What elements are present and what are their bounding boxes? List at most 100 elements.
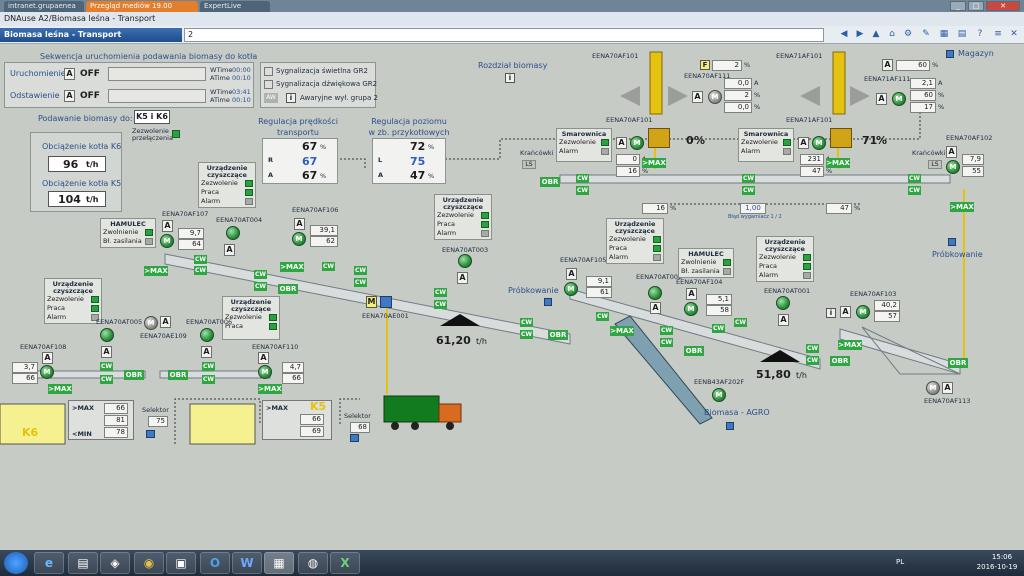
language-indicator[interactable]: PL [896,558,904,566]
bunker-label: K6 [22,426,39,439]
excel-icon[interactable]: X [330,552,360,574]
up-arrow-icon[interactable]: ▲ [870,29,882,41]
motor-icon[interactable] [648,286,662,300]
info-button[interactable]: i [826,308,836,318]
ie-icon[interactable]: e [34,552,64,574]
obr-indicator: OBR [548,330,568,340]
motor-icon[interactable] [776,296,790,310]
mode-a-button[interactable]: A [162,220,173,232]
motor-icon[interactable]: M [812,136,826,150]
motor-icon[interactable] [200,328,214,342]
mode-a-button[interactable]: A [798,137,809,149]
magazyn-icon[interactable] [946,50,954,58]
tools-icon[interactable]: ✎ [920,29,932,41]
back-arrow-icon[interactable]: ◀ [838,29,850,41]
motor-icon[interactable]: M [892,92,906,106]
app-icon[interactable]: ◈ [100,552,130,574]
motor-icon[interactable]: M [946,160,960,174]
biomass-feed-value[interactable]: K5 i K6 [134,110,170,124]
motor-icon[interactable] [100,328,114,342]
selector-icon[interactable] [146,430,155,438]
mode-a-button[interactable]: A [160,316,171,328]
forward-arrow-icon[interactable]: ▶ [854,29,866,41]
motor-icon[interactable]: M [684,302,698,316]
home-icon[interactable]: ⌂ [886,29,898,41]
close-button[interactable]: ✕ [986,1,1020,11]
browser-tab[interactable]: Przegląd mediów 19.00 [86,1,198,12]
mode-a-button[interactable]: A [294,218,305,230]
mode-a-button[interactable]: A [942,382,953,394]
window-title-text: DNAuse A2/Biomasa leśna - Transport [4,14,156,23]
close-view-icon[interactable]: ✕ [1008,29,1020,41]
help-icon[interactable]: ? [974,29,986,41]
browser-tab[interactable]: ExpertLive [200,1,270,12]
motor-icon[interactable]: M [856,305,870,319]
outlook-icon[interactable]: O [200,552,230,574]
motor-icon[interactable]: M [292,232,306,246]
mode-a-button[interactable]: A [64,68,75,80]
app-icon[interactable]: ◍ [298,552,328,574]
menu-icon[interactable]: ≡ [992,29,1004,41]
mode-a-button[interactable]: A [457,272,468,284]
motor-icon[interactable]: M [258,365,272,379]
word-icon[interactable]: W [232,552,262,574]
motor-pct: 58 [706,305,732,316]
print-icon[interactable]: ▤ [956,29,968,41]
mode-a-button[interactable]: A [616,137,627,149]
motor-icon[interactable]: M [160,234,174,248]
clock-date[interactable]: 2016-10-19 [974,563,1020,571]
motor-icon[interactable]: M [926,381,940,395]
app-icon[interactable]: ▣ [166,552,196,574]
mode-a-button[interactable]: A [42,352,53,364]
reg-speed-panel[interactable] [262,138,338,184]
bunker-label: K5 [310,400,327,413]
active-app-icon[interactable]: ▦ [264,552,294,574]
minimize-button[interactable]: _ [950,1,966,11]
motor-icon[interactable]: M [708,90,722,104]
browser-tab[interactable]: intranet.grupaenea [4,1,84,12]
grid-icon[interactable]: ▦ [938,29,950,41]
mode-a-button[interactable]: A [692,91,703,103]
motor-icon[interactable]: M [630,136,644,150]
motor-icon[interactable]: M [40,365,54,379]
motor-icon[interactable] [458,254,472,268]
clock-time[interactable]: 15:06 [984,553,1020,561]
sampling-icon[interactable] [948,238,956,246]
sampling-icon[interactable] [544,298,552,306]
magazyn-link[interactable]: Magazyn [958,49,994,58]
motor-icon[interactable]: M [564,282,578,296]
signal-checkbox[interactable] [264,80,273,89]
maximize-button[interactable]: □ [968,1,984,11]
mode-a-button[interactable]: A [686,288,697,300]
start-icon[interactable] [4,552,28,574]
motor-tag: EENA70AF102 [946,134,993,142]
mode-a-button[interactable]: A [258,352,269,364]
info-button[interactable]: i [505,73,515,83]
chrome-icon[interactable]: ◉ [134,552,164,574]
mode-a-button[interactable]: A [946,146,957,158]
info-button[interactable]: i [286,93,296,103]
signal-checkbox[interactable] [264,67,273,76]
page-input[interactable]: 2 [184,28,824,42]
mode-a-button[interactable]: A [882,59,893,71]
mode-a-button[interactable]: A [201,346,212,358]
motor-icon[interactable]: M [712,388,726,402]
explorer-icon[interactable]: ▤ [68,552,98,574]
mode-a-button[interactable]: A [101,346,112,358]
motor-icon[interactable]: M [144,316,158,330]
mode-a-button[interactable]: A [566,268,577,280]
settings-icon[interactable]: ⚙ [902,29,914,41]
mode-a-button[interactable]: A [778,314,789,326]
mode-a-button[interactable]: A [64,90,75,102]
mode-a-button[interactable]: A [876,93,887,105]
mode-f-indicator[interactable]: F [700,60,710,70]
mode-a-button[interactable]: A [650,302,661,314]
selector-icon[interactable] [350,434,359,442]
mode-a-button[interactable]: A [840,306,851,318]
feeder-tag: EENA70AF101 [592,52,639,60]
mode-a-button[interactable]: A [224,244,235,256]
motor-icon[interactable] [226,226,240,240]
mode-m-indicator[interactable]: M [366,296,377,308]
reg-level-panel[interactable] [372,138,446,184]
agro-icon[interactable] [726,422,734,430]
